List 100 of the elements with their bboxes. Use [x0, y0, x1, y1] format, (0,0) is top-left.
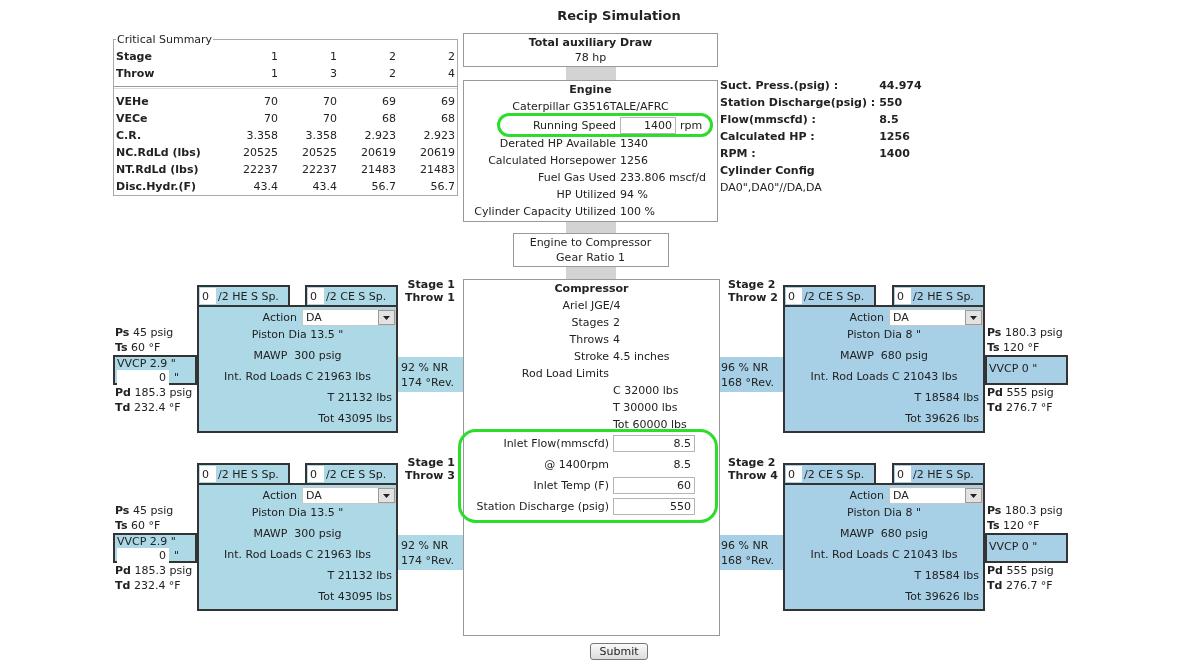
vvcp-label: VVCP 0 " [988, 362, 1038, 375]
stage-label: Stage 1 [407, 456, 455, 469]
info-value: 1256 [879, 129, 910, 145]
reading-text: Pd 555 psig [986, 563, 1054, 578]
cylinder-spec-text: Int. Rod Loads C 21963 lbs [224, 370, 371, 383]
rod-load-text: T 21132 lbs [327, 391, 392, 404]
vvcp-label: VVCP 0 " [988, 540, 1038, 553]
table-cell-text: 3.358 [246, 128, 278, 144]
page-title: Recip Simulation [557, 8, 681, 24]
spares-input[interactable]: 0 [308, 466, 324, 482]
input-field[interactable]: 550 [613, 498, 695, 515]
reading-text: Ps 45 psig [114, 325, 174, 340]
vvcp-input[interactable]: 0 [117, 548, 169, 563]
caret-icon [378, 488, 395, 503]
reading-text: Ps 180.3 psig [986, 503, 1063, 518]
cylinder-spec-text: Piston Dia 13.5 " [251, 328, 344, 341]
shaft-connector [565, 267, 616, 279]
field-label: Calculated Horsepower [488, 153, 616, 169]
reading-text: Pd 185.3 psig [114, 385, 193, 400]
info-label: Station Discharge(psig) : [720, 95, 876, 111]
action-label: Action [849, 489, 884, 502]
info-value: 1400 [879, 146, 910, 162]
cylinder-spec-text: Piston Dia 8 " [847, 328, 921, 341]
reading-text: Td 276.7 °F [986, 578, 1053, 593]
table-cell-text: 21483 [420, 162, 455, 178]
spares-input[interactable]: 0 [895, 466, 911, 482]
table-cell-text: 69 [441, 94, 455, 110]
cylinder-spec-text: MAWP 680 psig [839, 349, 929, 362]
row-label: C.R. [116, 128, 142, 144]
spares-input[interactable]: 0 [786, 466, 802, 482]
rod-load-text: Tot 43095 lbs [318, 590, 392, 603]
field-value: Tot 60000 lbs [613, 417, 687, 433]
reading-text: Ts 60 °F [114, 340, 161, 355]
throw-label: Throw 3 [405, 469, 455, 482]
field-label: Inlet Flow(mmscfd) [503, 436, 609, 452]
row-label: VECe [116, 111, 148, 127]
stage-label: Stage 1 [407, 278, 455, 291]
field-label: Inlet Temp (F) [533, 478, 609, 494]
reading-text: Td 232.4 °F [114, 578, 181, 593]
config-label: Cylinder Config [720, 163, 815, 179]
spares-input[interactable]: 0 [786, 288, 802, 304]
table-cell-text: 2.923 [423, 128, 455, 144]
cylinder-spec-text: Int. Rod Loads C 21043 lbs [810, 370, 958, 383]
table-cell-text: 2.923 [364, 128, 396, 144]
table-cell-text: 43.4 [312, 179, 337, 195]
panel-legend: Critical Summary [116, 33, 214, 46]
reading-text: Ts 120 °F [986, 340, 1040, 355]
field-label: Rod Load Limits [521, 366, 609, 382]
spares-label: /2 CE S Sp. [326, 289, 387, 303]
action-dropdown[interactable]: DA [302, 487, 396, 504]
cylinder-spec-text: Piston Dia 13.5 " [251, 506, 344, 519]
input-field[interactable]: 60 [613, 477, 695, 494]
field-label: Running Speed [532, 117, 616, 134]
field-label: Stages [571, 315, 609, 331]
action-dropdown[interactable]: DA [302, 309, 396, 326]
panel-title: Compressor [554, 281, 629, 297]
spares-input[interactable]: 0 [200, 466, 216, 482]
spares-input[interactable]: 0 [308, 288, 324, 304]
info-value: 550 [879, 95, 903, 111]
input-field[interactable]: 8.5 [613, 435, 695, 452]
cylinder-spec-text: Int. Rod Loads C 21043 lbs [810, 548, 958, 561]
field-value: 100 % [620, 204, 655, 220]
field-value: 4.5 inches [613, 349, 670, 365]
throw-label: Throw 2 [728, 291, 778, 304]
field-label: @ 1400rpm [544, 457, 609, 473]
table-cell-text: 1 [271, 49, 278, 65]
row-label: VEHe [116, 94, 149, 110]
field-value: 4 [613, 332, 620, 348]
shaft-connector [565, 222, 616, 233]
spares-input[interactable]: 0 [200, 288, 216, 304]
cylinder-spec-text: Piston Dia 8 " [847, 506, 921, 519]
field-value: T 30000 lbs [613, 400, 678, 416]
rod-load-text: Tot 43095 lbs [318, 412, 392, 425]
submit-button[interactable]: Submit [590, 643, 648, 660]
table-cell-text: 22237 [243, 162, 278, 178]
unit-label: " [174, 548, 180, 563]
config-value: DA0",DA0"//DA,DA [720, 180, 822, 196]
reading-text: Td 276.7 °F [986, 400, 1053, 415]
action-dropdown[interactable]: DA [889, 487, 983, 504]
field-value: 2 [613, 315, 620, 331]
rod-load-text: T 21132 lbs [327, 569, 392, 582]
reading-text: Td 232.4 °F [114, 400, 181, 415]
rod-load-text: T 18584 lbs [914, 569, 979, 582]
spares-label: /2 CE S Sp. [326, 467, 387, 481]
vvcp-label: VVCP 2.9 " [116, 357, 176, 370]
running-speed-input[interactable]: 1400 [620, 116, 676, 134]
field-value: 1256 [620, 153, 648, 169]
panel-title: Engine [569, 82, 612, 98]
spares-input[interactable]: 0 [895, 288, 911, 304]
shaft-connector [565, 67, 616, 80]
field-label: Fuel Gas Used [537, 170, 616, 186]
rod-load-text: T 18584 lbs [914, 391, 979, 404]
reading-text: Ts 120 °F [986, 518, 1040, 533]
table-cell-text: 70 [323, 111, 337, 127]
action-dropdown[interactable]: DA [889, 309, 983, 326]
panel-title: Engine to Compressor [529, 235, 652, 250]
spares-label: /2 HE S Sp. [218, 467, 279, 481]
panel-title: Total auxiliary Draw [528, 35, 653, 50]
table-cell-text: 20525 [243, 145, 278, 161]
vvcp-input[interactable]: 0 [117, 370, 169, 385]
